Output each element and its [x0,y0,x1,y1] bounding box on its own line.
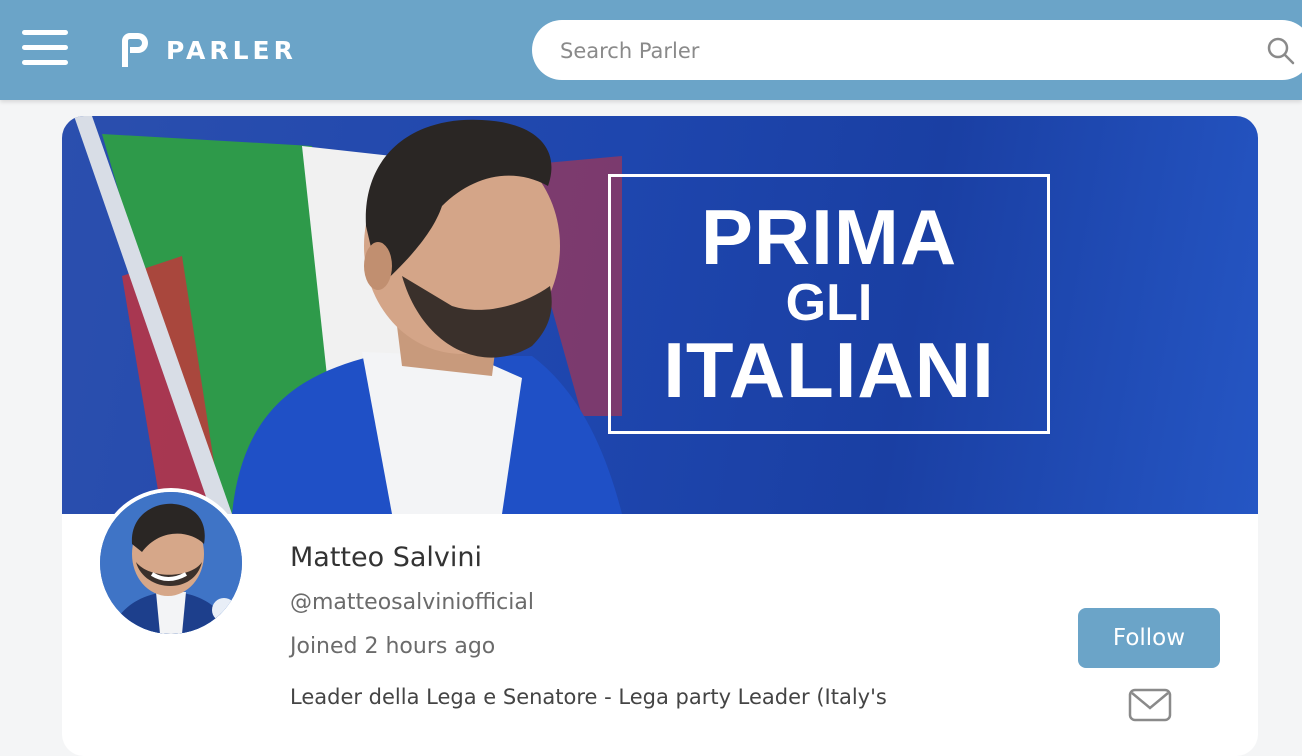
profile-name: Matteo Salvini [290,542,483,573]
profile-joined-date: Joined 2 hours ago [290,634,496,659]
avatar-photo [100,492,242,634]
search-icon[interactable] [1266,36,1296,66]
top-navigation-bar: PARLER [0,0,1302,100]
slogan-line-3: ITALIANI [663,326,995,414]
avatar[interactable] [96,488,246,638]
follow-button[interactable]: Follow [1078,608,1220,668]
profile-card: PRIMA GLI ITALIANI Matteo Salvini @matte… [62,116,1258,756]
search-input[interactable] [558,34,1242,68]
slogan-line-2: GLI [785,274,873,332]
mail-icon[interactable] [1128,688,1172,722]
profile-handle: @matteosalviniofficial [290,590,534,615]
hamburger-menu-icon[interactable] [22,30,68,68]
cover-banner: PRIMA GLI ITALIANI [62,116,1258,514]
profile-bio: Leader della Lega e Senatore - Lega part… [290,685,887,709]
campaign-slogan-box: PRIMA GLI ITALIANI [608,174,1050,434]
parler-logo[interactable]: PARLER [118,30,297,70]
parler-p-logo-icon [122,33,148,67]
search-bar [532,20,1302,80]
slogan-line-1: PRIMA [700,193,958,281]
brand-name: PARLER [166,35,297,65]
